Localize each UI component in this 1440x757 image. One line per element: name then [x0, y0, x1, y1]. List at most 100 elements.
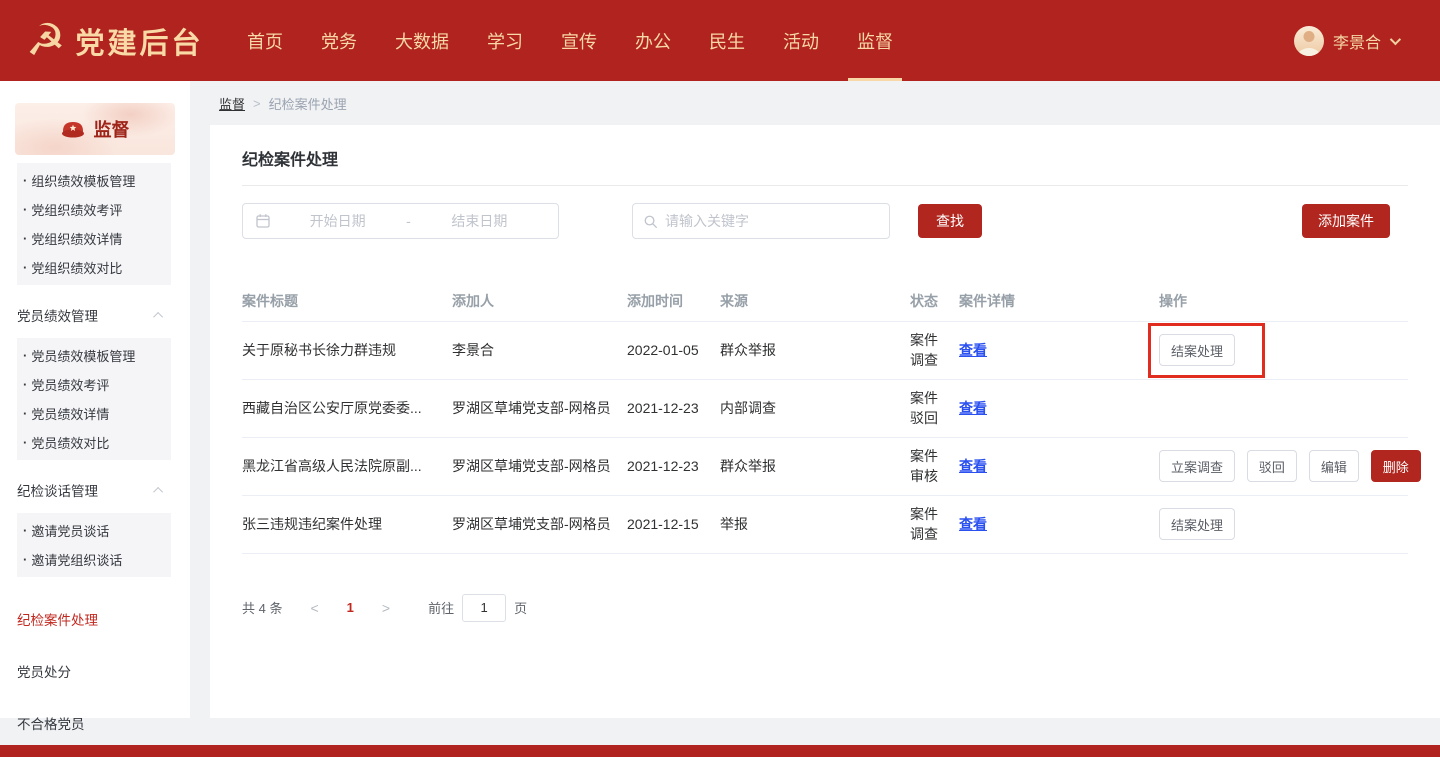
col-case-detail: 案件详情 — [959, 281, 1159, 321]
nav-supervision[interactable]: 监督 — [838, 0, 912, 81]
nav-livelihood[interactable]: 民生 — [690, 0, 764, 81]
title-divider — [242, 185, 1408, 186]
sidebar-item-org-performance-compare[interactable]: 党组织绩效对比 — [17, 253, 171, 282]
reject-button[interactable]: 驳回 — [1247, 450, 1297, 482]
sidebar-section-title: 监督 — [94, 116, 130, 142]
cell-added-time: 2021-12-23 — [627, 437, 720, 495]
breadcrumb-separator: > — [253, 96, 261, 111]
sidebar: 监督 组织绩效模板管理 党组织绩效考评 党组织绩效详情 党组织绩效对比 党员绩效… — [0, 81, 190, 718]
cell-added-by: 罗湖区草埔党支部-网格员 — [452, 495, 627, 553]
col-added-by: 添加人 — [452, 281, 627, 321]
date-range-input[interactable]: 开始日期 - 结束日期 — [242, 203, 559, 239]
sidebar-item-member-performance-review[interactable]: 党员绩效考评 — [17, 370, 171, 399]
cell-source: 群众举报 — [720, 437, 910, 495]
sidebar-item-org-performance-review[interactable]: 党组织绩效考评 — [17, 195, 171, 224]
footer-bar — [0, 745, 1440, 757]
keyword-input[interactable] — [665, 213, 879, 229]
table-row: 张三违规违纪案件处理 罗湖区草埔党支部-网格员 2021-12-15 举报 案件… — [242, 495, 1408, 553]
cell-case-title: 关于原秘书长徐力群违规 — [242, 321, 452, 379]
edit-button[interactable]: 编辑 — [1309, 450, 1359, 482]
page-title: 纪检案件处理 — [242, 125, 1408, 170]
date-separator: - — [404, 213, 413, 229]
breadcrumb-current: 纪检案件处理 — [269, 94, 347, 113]
nav-study[interactable]: 学习 — [468, 0, 542, 81]
cell-source: 内部调查 — [720, 379, 910, 437]
total-count: 共 4 条 — [242, 598, 282, 617]
sidebar-item-discipline-case[interactable]: 纪检案件处理 — [17, 609, 190, 629]
table-row: 关于原秘书长徐力群违规 李景合 2022-01-05 群众举报 案件调查 查看 … — [242, 321, 1408, 379]
sidebar-item-member-performance-detail[interactable]: 党员绩效详情 — [17, 399, 171, 428]
sidebar-item-invite-member-talk[interactable]: 邀请党员谈话 — [17, 516, 171, 545]
breadcrumb-parent[interactable]: 监督 — [219, 94, 245, 113]
app-logo[interactable]: ☭ 党建后台 — [0, 0, 228, 81]
current-page[interactable]: 1 — [347, 600, 354, 615]
cell-added-by: 罗湖区草埔党支部-网格员 — [452, 379, 627, 437]
sidebar-group-member-performance[interactable]: 党员绩效管理 — [17, 300, 171, 330]
view-link[interactable]: 查看 — [959, 342, 987, 358]
search-icon — [643, 214, 658, 229]
user-name: 李景合 — [1333, 29, 1381, 53]
prev-page-icon[interactable]: < — [304, 600, 324, 616]
sidebar-group-label: 党员绩效管理 — [17, 305, 98, 325]
cell-source: 举报 — [720, 495, 910, 553]
nav-home[interactable]: 首页 — [228, 0, 302, 81]
sidebar-item-org-performance-template[interactable]: 组织绩效模板管理 — [17, 166, 171, 195]
chevron-up-icon — [153, 486, 163, 496]
user-avatar — [1294, 26, 1324, 56]
status-badge: 案件审核 — [910, 437, 959, 495]
cell-added-by: 李景合 — [452, 321, 627, 379]
nav-party-affairs[interactable]: 党务 — [302, 0, 376, 81]
status-badge: 案件调查 — [910, 495, 959, 553]
sidebar-item-member-performance-compare[interactable]: 党员绩效对比 — [17, 428, 171, 457]
sidebar-group-label: 纪检谈话管理 — [17, 480, 98, 500]
file-investigation-button[interactable]: 立案调查 — [1159, 450, 1235, 482]
party-emblem-icon: ☭ — [26, 19, 65, 63]
case-table: 案件标题 添加人 添加时间 来源 状态 案件详情 操作 关于原秘书长徐力群违规 … — [242, 281, 1408, 554]
search-button[interactable]: 查找 — [918, 204, 982, 238]
cell-case-title: 张三违规违纪案件处理 — [242, 495, 452, 553]
sidebar-section-header: 监督 — [15, 103, 175, 155]
cell-source: 群众举报 — [720, 321, 910, 379]
sidebar-item-invite-org-talk[interactable]: 邀请党组织谈话 — [17, 545, 171, 574]
delete-button[interactable]: 删除 — [1371, 450, 1421, 482]
goto-label: 前往 — [428, 598, 454, 617]
nav-big-data[interactable]: 大数据 — [376, 0, 468, 81]
content-card: 纪检案件处理 开始日期 - 结束日期 — [210, 125, 1440, 718]
app-title: 党建后台 — [75, 20, 203, 62]
chevron-up-icon — [153, 311, 163, 321]
breadcrumb: 监督 > 纪检案件处理 — [210, 81, 1440, 125]
nav-activity[interactable]: 活动 — [764, 0, 838, 81]
close-case-button[interactable]: 结案处理 — [1159, 508, 1235, 540]
pagination: 共 4 条 < 1 > 前往 页 — [242, 594, 1408, 622]
col-actions: 操作 — [1159, 281, 1408, 321]
user-menu[interactable]: 李景合 — [1294, 0, 1440, 81]
goto-page-input[interactable] — [462, 594, 506, 622]
view-link[interactable]: 查看 — [959, 400, 987, 416]
next-page-icon[interactable]: > — [376, 600, 396, 616]
top-header: ☭ 党建后台 首页 党务 大数据 学习 宣传 办公 民生 活动 监督 李景合 — [0, 0, 1440, 81]
sidebar-item-member-punishment[interactable]: 党员处分 — [17, 661, 190, 681]
view-link[interactable]: 查看 — [959, 516, 987, 532]
add-case-button[interactable]: 添加案件 — [1302, 204, 1390, 238]
sidebar-group-discipline-talk[interactable]: 纪检谈话管理 — [17, 475, 171, 505]
sidebar-item-unqualified-member[interactable]: 不合格党员 — [17, 713, 190, 733]
status-badge: 案件驳回 — [910, 379, 959, 437]
status-badge: 案件调查 — [910, 321, 959, 379]
col-case-title: 案件标题 — [242, 281, 452, 321]
top-nav: 首页 党务 大数据 学习 宣传 办公 民生 活动 监督 — [228, 0, 912, 81]
nav-publicity[interactable]: 宣传 — [542, 0, 616, 81]
nav-office[interactable]: 办公 — [616, 0, 690, 81]
cell-added-time: 2021-12-15 — [627, 495, 720, 553]
sidebar-item-member-performance-template[interactable]: 党员绩效模板管理 — [17, 341, 171, 370]
start-date-placeholder: 开始日期 — [271, 211, 404, 231]
close-case-button[interactable]: 结案处理 — [1159, 334, 1235, 366]
cell-added-by: 罗湖区草埔党支部-网格员 — [452, 437, 627, 495]
sidebar-item-org-performance-detail[interactable]: 党组织绩效详情 — [17, 224, 171, 253]
calendar-icon — [255, 213, 271, 229]
red-cap-icon — [61, 119, 85, 139]
keyword-search-box — [632, 203, 890, 239]
filter-row: 开始日期 - 结束日期 查找 添加案件 — [242, 203, 1408, 239]
cell-case-title: 西藏自治区公安厅原党委委... — [242, 379, 452, 437]
table-header-row: 案件标题 添加人 添加时间 来源 状态 案件详情 操作 — [242, 281, 1408, 321]
view-link[interactable]: 查看 — [959, 458, 987, 474]
